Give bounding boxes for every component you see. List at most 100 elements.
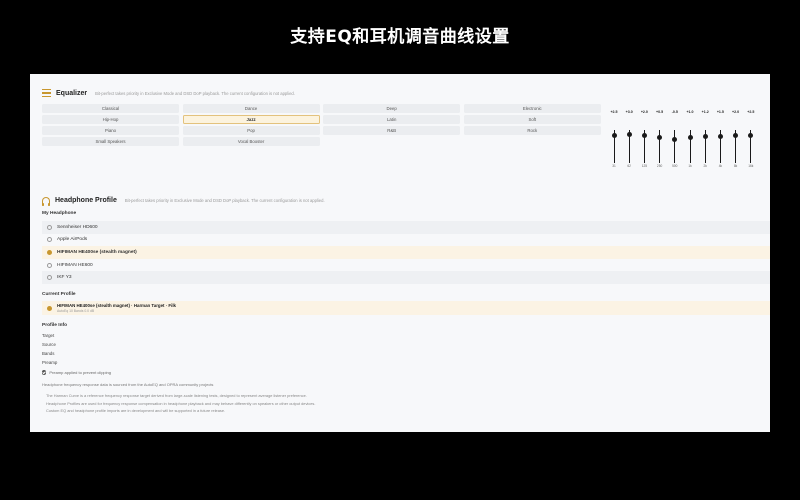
eq-band-freq-label: 2k: [703, 164, 707, 168]
eq-band-knob[interactable]: [626, 131, 632, 137]
eq-band-gain-label: +1.5: [716, 110, 724, 114]
eq-preset-button[interactable]: Hip-Hop: [42, 114, 179, 124]
eq-preset-button[interactable]: Soft: [463, 114, 601, 124]
footnotes: The Harman Curve is a reference frequenc…: [46, 393, 315, 416]
eq-band-sliders: +2.5 31 +3.0 62 +2.0 125 +0.5 250 -0.5 500 +1.0 1k +…: [607, 106, 763, 172]
eq-band-freq-label: 500: [672, 164, 678, 168]
radio-button[interactable]: [47, 237, 52, 243]
current-profile-name: HIFIMAN HE400se (stealth magnet) · Harma…: [57, 303, 176, 309]
headphone-note: Bit-perfect takes priority in Exclusive …: [124, 198, 325, 203]
eq-band-knob[interactable]: [672, 136, 678, 142]
headphone-title: Headphone Profile: [55, 197, 117, 204]
eq-band: +1.5 4k: [713, 106, 727, 172]
eq-preset-button[interactable]: R&B: [323, 125, 461, 135]
eq-preset-button[interactable]: Piano: [42, 125, 179, 135]
radio-button[interactable]: [47, 275, 52, 281]
eq-band: +1.0 1k: [683, 106, 697, 172]
headphone-option[interactable]: IKF Y3: [42, 271, 770, 284]
eq-band-knob[interactable]: [657, 135, 663, 141]
eq-band-knob[interactable]: [642, 133, 648, 139]
eq-band-track[interactable]: [674, 130, 676, 163]
eq-band-gain-label: +2.5: [610, 110, 618, 114]
headphone-option-label: IKF Y3: [57, 275, 72, 281]
eq-band-freq-label: 1k: [688, 164, 692, 168]
eq-band-gain-label: +2.0: [732, 110, 740, 114]
eq-band: +2.5 16k: [744, 106, 758, 172]
eq-preset-button[interactable]: Deep: [323, 104, 461, 113]
eq-preset-button[interactable]: Small Speakers: [42, 136, 179, 146]
settings-window: Equalizer Bit-perfect takes priority in …: [30, 74, 770, 432]
preamp-note: Preamp applied to prevent clipping: [49, 370, 111, 375]
radio-button[interactable]: [47, 224, 52, 230]
eq-band: +2.0 125: [637, 106, 651, 172]
my-headphone-label: My Headphone: [42, 211, 77, 216]
check-icon: [42, 370, 47, 375]
eq-band-gain-label: +2.0: [640, 110, 648, 114]
radio-button[interactable]: [47, 249, 52, 255]
footnote: The Harman Curve is a reference frequenc…: [46, 393, 307, 398]
eq-band-knob[interactable]: [718, 133, 724, 139]
banner-title: 支持EQ和耳机调音曲线设置: [290, 27, 510, 47]
eq-band: +2.5 31: [607, 106, 621, 172]
eq-band-knob[interactable]: [733, 133, 739, 139]
headphone-option-label: Sennheiser HD600: [57, 224, 98, 230]
eq-band-freq-label: 125: [641, 164, 648, 168]
equalizer-note: Bit-perfect takes priority in Exclusive …: [95, 90, 295, 96]
current-profile-card[interactable]: HIFIMAN HE400se (stealth magnet) · Harma…: [42, 301, 770, 315]
eq-band-freq-label: 62: [627, 164, 631, 168]
eq-band-gain-label: +3.0: [625, 110, 633, 114]
eq-band-knob[interactable]: [687, 134, 693, 140]
eq-band: +2.0 8k: [729, 106, 743, 172]
eq-preset-button[interactable]: Rock: [463, 125, 601, 135]
eq-band-freq-label: 8k: [733, 164, 738, 168]
eq-band: +3.0 62: [622, 106, 636, 172]
headphone-option[interactable]: HIFIMAN HE400se (stealth magnet): [42, 246, 770, 259]
headphone-option-label: HIFIMAN HE600: [57, 262, 93, 268]
eq-preset-button[interactable]: Latin: [323, 114, 461, 124]
eq-preset-button[interactable]: Vocal Booster: [182, 136, 320, 146]
info-source: Source: [42, 342, 56, 347]
eq-preset-grid: Classical Dance Deep Electronic Hip-Hop Jazz L…: [42, 104, 601, 146]
equalizer-title: Equalizer: [56, 89, 88, 97]
headphone-list: Sennheiser HD600 Apple AirPods HIFIMAN HE4…: [42, 221, 770, 284]
eq-band-freq-label: 4k: [718, 164, 723, 168]
eq-band-gain-label: +2.5: [747, 110, 755, 114]
info-bands: Bands: [42, 351, 55, 356]
current-profile-label: Current Profile: [42, 292, 76, 297]
eq-band-knob[interactable]: [748, 132, 754, 138]
headphone-option[interactable]: Sennheiser HD600: [42, 221, 770, 234]
footnote: Custom EQ and headphone profile imports …: [46, 408, 226, 414]
preamp-status: Preamp applied to prevent clipping: [42, 370, 111, 375]
eq-band-freq-label: 31: [612, 164, 616, 168]
eq-band-freq-label: 16k: [748, 164, 754, 168]
headphone-option[interactable]: Apple AirPods: [42, 234, 770, 247]
info-preamp: Preamp: [42, 360, 58, 365]
headphone-option-label: HIFIMAN HE400se (stealth magnet): [57, 249, 137, 255]
eq-band: +1.2 2k: [698, 106, 712, 172]
eq-band-gain-label: +0.5: [656, 110, 664, 114]
eq-band-knob[interactable]: [702, 134, 708, 140]
source-note: Headphone frequency response data is sou…: [42, 382, 214, 387]
eq-band-freq-label: 250: [656, 164, 663, 168]
equalizer-header: Equalizer Bit-perfect takes priority in …: [42, 89, 295, 97]
eq-band: -0.5 500: [668, 106, 682, 172]
current-profile-details: AutoEq 10 Bands 0.0 dB: [57, 308, 95, 313]
headphone-option[interactable]: HIFIMAN HE600: [42, 259, 770, 272]
headphone-header: Headphone Profile Bit-perfect takes prio…: [41, 197, 325, 206]
eq-preset-button[interactable]: Classical: [42, 104, 179, 113]
headphones-icon: [41, 197, 51, 206]
eq-band-gain-label: +1.0: [686, 110, 694, 114]
eq-preset-button[interactable]: Electronic: [463, 104, 601, 113]
eq-preset-button[interactable]: Dance: [182, 104, 320, 113]
eq-band-gain-label: -0.5: [671, 110, 678, 114]
eq-band: +0.5 250: [653, 106, 667, 172]
eq-preset-button[interactable]: Pop: [182, 125, 320, 135]
profile-info-label: Profile Info: [42, 323, 68, 328]
eq-band-knob[interactable]: [611, 132, 617, 138]
current-profile-radio: [47, 305, 52, 311]
eq-preset-button[interactable]: Jazz: [182, 114, 320, 124]
footnote: Headphone Profiles are used for frequenc…: [46, 400, 316, 406]
radio-button[interactable]: [47, 262, 52, 268]
eq-band-gain-label: +1.2: [701, 110, 709, 114]
headphone-option-label: Apple AirPods: [57, 237, 88, 243]
